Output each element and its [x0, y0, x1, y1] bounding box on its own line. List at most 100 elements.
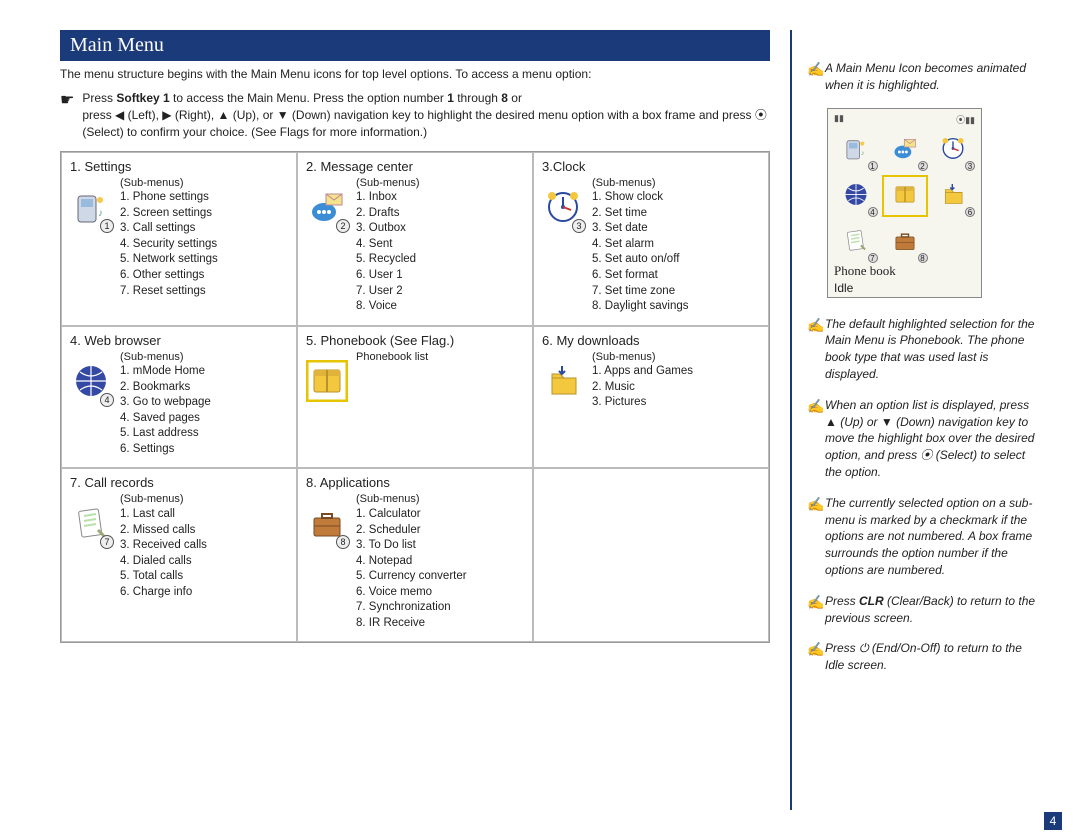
side-note-text: The currently selected option on a sub-m… — [825, 495, 1042, 579]
menu-cell — [533, 468, 769, 642]
submenu-item: 4. Notepad — [356, 554, 524, 570]
menu-cell: 6. My downloads(Sub-menus)1. Apps and Ga… — [533, 326, 769, 469]
submenu-item: 3. Outbox — [356, 221, 524, 237]
menu-cell: 7. Call records 7 (Sub-menus)1. Last call2… — [61, 468, 297, 642]
submenu-list: (Sub-menus)1. Show clock2. Set time3. Se… — [592, 176, 760, 315]
menu-cell: 4. Web browser 4 (Sub-menus)1. mMode Home2… — [61, 326, 297, 469]
submenu-item: 1. mMode Home — [120, 364, 288, 380]
submenu-item: 4. Set alarm — [592, 237, 760, 253]
cell-title: 7. Call records — [70, 475, 288, 490]
submenu-item: 1. Inbox — [356, 190, 524, 206]
note-icon: ✍ — [807, 640, 825, 674]
cell-title: 6. My downloads — [542, 333, 760, 348]
submenu-item: 7. Synchronization — [356, 600, 524, 616]
cell-title: 5. Phonebook (See Flag.) — [306, 333, 524, 348]
phone-menu-icon: ♪1 — [834, 129, 878, 171]
phone-idle: Idle — [834, 281, 853, 295]
submenu-item: 1. Last call — [120, 507, 288, 523]
submenu-item: 2. Scheduler — [356, 523, 524, 539]
submenu-item: 6. Charge info — [120, 585, 288, 601]
submenu-item: 6. Other settings — [120, 268, 288, 284]
menu-grid: 1. Settings♪1(Sub-menus)1. Phone setting… — [60, 151, 770, 644]
cell-title: 4. Web browser — [70, 333, 288, 348]
submenu-item: 5. Total calls — [120, 569, 288, 585]
submenu-item: 3. Call settings — [120, 221, 288, 237]
submenu-item: 3. Received calls — [120, 538, 288, 554]
phone-menu-icon: 6 — [932, 175, 976, 217]
side-note-text: A Main Menu Icon becomes animated when i… — [825, 60, 1042, 94]
submenu-item: 4. Dialed calls — [120, 554, 288, 570]
instruction-text: Press Softkey 1 to access the Main Menu.… — [82, 90, 770, 140]
menu-cell: 8. Applications8(Sub-menus)1. Calculator… — [297, 468, 533, 642]
pointer-icon: ☛ — [60, 90, 74, 140]
note-icon: ✍ — [807, 593, 825, 627]
submenu-list: (Sub-menus)1. Inbox2. Drafts3. Outbox4. … — [356, 176, 524, 315]
submenu-item: 2. Missed calls — [120, 523, 288, 539]
note-icon: ✍ — [807, 495, 825, 579]
records-icon: 7 — [70, 492, 120, 600]
page-number: 4 — [1044, 812, 1062, 830]
menu-cell: 5. Phonebook (See Flag.) Phonebook list — [297, 326, 533, 469]
submenu-list: (Sub-menus)1. Calculator2. Scheduler3. T… — [356, 492, 524, 631]
submenu-item: 7. User 2 — [356, 284, 524, 300]
submenu-item: 3. Go to webpage — [120, 395, 288, 411]
submenu-item: 7. Set time zone — [592, 284, 760, 300]
submenu-item: 6. Settings — [120, 442, 288, 458]
submenu-item: 2. Drafts — [356, 206, 524, 222]
submenu-list: (Sub-menus)1. Phone settings2. Screen se… — [120, 176, 288, 299]
submenu-item: 5. Last address — [120, 426, 288, 442]
phone-menu-icon: 2 — [882, 129, 928, 171]
number-badge: 7 — [100, 535, 114, 549]
svg-text:♪: ♪ — [861, 150, 865, 157]
phonebook-icon — [306, 350, 356, 405]
intro-text: The menu structure begins with the Main … — [60, 66, 770, 82]
phone-label: Phone book — [834, 263, 896, 279]
note-icon: ✍ — [807, 397, 825, 481]
submenu-item: 8. IR Receive — [356, 616, 524, 632]
phone-screen-preview: ▮▮⦿▮▮ ♪1234678 Phone book Idle — [827, 108, 982, 298]
submenu-item: 2. Set time — [592, 206, 760, 222]
settings-icon: ♪1 — [70, 176, 120, 299]
briefcase-icon: 8 — [306, 492, 356, 631]
submenu-list: (Sub-menus)1. mMode Home2. Bookmarks3. G… — [120, 350, 288, 458]
submenu-item: 3. Set date — [592, 221, 760, 237]
submenu-item: 4. Sent — [356, 237, 524, 253]
side-note-text: The default highlighted selection for th… — [825, 316, 1042, 383]
submenu-item: 5. Recycled — [356, 252, 524, 268]
submenu-item: 1. Phone settings — [120, 190, 288, 206]
submenu-item: 7. Reset settings — [120, 284, 288, 300]
submenu-item: 1. Show clock — [592, 190, 760, 206]
side-note-text: Press CLR (Clear/Back) to return to the … — [825, 593, 1042, 627]
submenu-item: 5. Network settings — [120, 252, 288, 268]
submenu-item: 1. Calculator — [356, 507, 524, 523]
number-badge: 4 — [100, 393, 114, 407]
svg-text:♪: ♪ — [98, 208, 103, 219]
globe-icon: 4 — [70, 350, 120, 458]
side-note-text: When an option list is displayed, press … — [825, 397, 1042, 481]
side-notes: ✍A Main Menu Icon becomes animated when … — [792, 0, 1062, 810]
submenu-item: 5. Currency converter — [356, 569, 524, 585]
submenu-item: 2. Bookmarks — [120, 380, 288, 396]
phone-menu-icon — [882, 175, 928, 217]
submenu-item: 8. Voice — [356, 299, 524, 315]
side-note-text: Press ⏻ (End/On-Off) to return to the Id… — [825, 640, 1042, 674]
submenu-list: (Sub-menus)1. Last call2. Missed calls3.… — [120, 492, 288, 600]
menu-cell: 1. Settings♪1(Sub-menus)1. Phone setting… — [61, 152, 297, 326]
submenu-item: 1. Apps and Games — [592, 364, 760, 380]
submenu-item: 6. User 1 — [356, 268, 524, 284]
page-title: Main Menu — [60, 30, 770, 61]
phone-menu-icon: 4 — [834, 175, 878, 217]
message-icon: 2 — [306, 176, 356, 315]
menu-cell: 3.Clock3(Sub-menus)1. Show clock2. Set t… — [533, 152, 769, 326]
submenu-item: 4. Saved pages — [120, 411, 288, 427]
phone-menu-icon: 3 — [932, 129, 976, 171]
cell-title: 2. Message center — [306, 159, 524, 174]
downloads-icon — [542, 350, 592, 411]
submenu-item: 3. To Do list — [356, 538, 524, 554]
note-icon: ✍ — [807, 316, 825, 383]
phone-menu-icon: 8 — [882, 221, 928, 263]
submenu-item: 8. Daylight savings — [592, 299, 760, 315]
note-icon: ✍ — [807, 60, 825, 94]
menu-cell: 2. Message center 2(Sub-menus)1. Inbox2. … — [297, 152, 533, 326]
submenu-list: Phonebook list — [356, 350, 524, 405]
